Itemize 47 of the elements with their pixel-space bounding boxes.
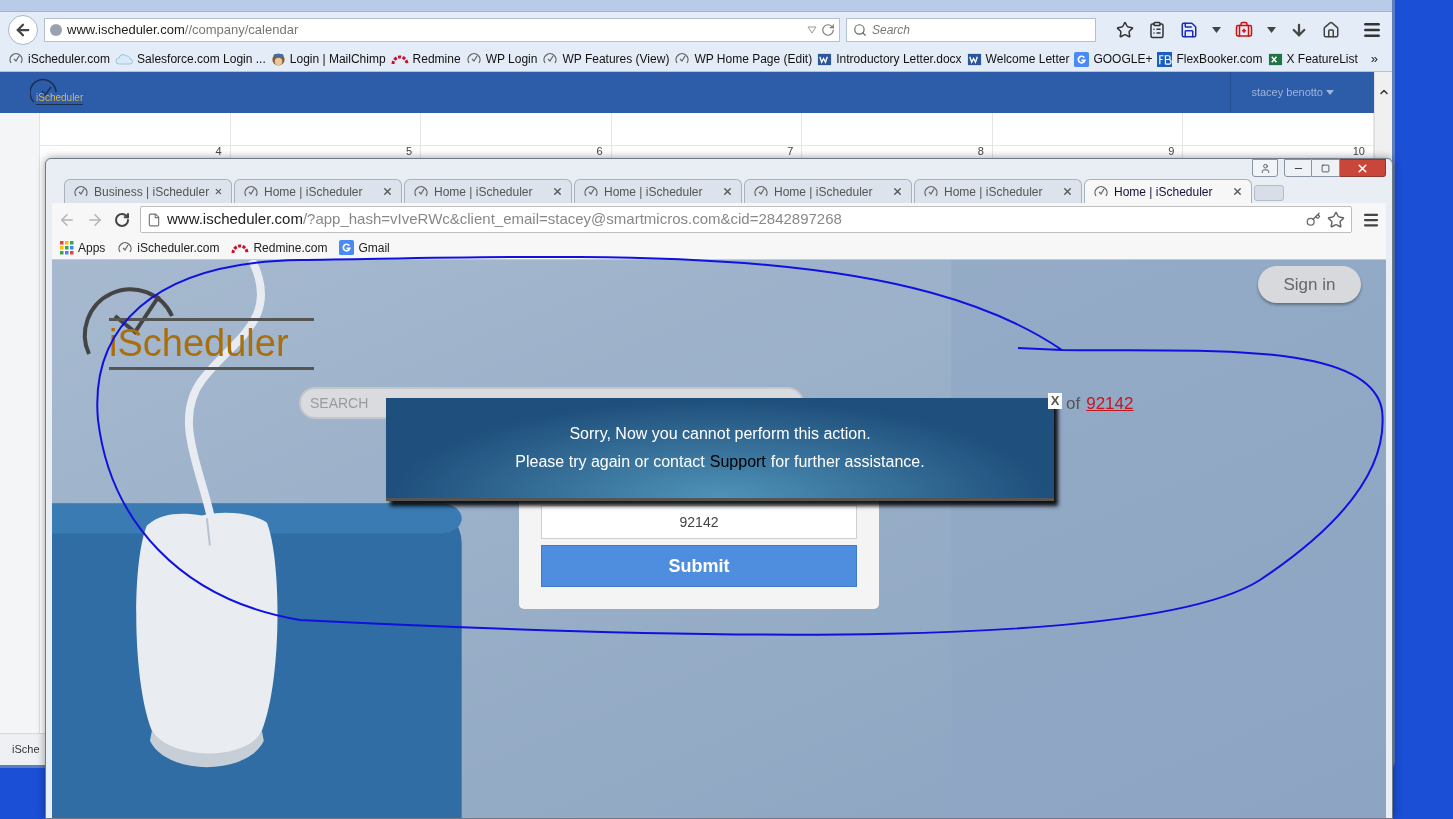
bookmark[interactable]: Apps: [60, 238, 106, 257]
bookmark[interactable]: iScheduler.com: [117, 238, 220, 257]
bookmark[interactable]: WP Login: [465, 50, 538, 68]
browser-tab[interactable]: Home | iScheduler: [404, 179, 572, 203]
search-placeholder: SEARCH: [310, 393, 369, 413]
bookmark[interactable]: Introductory Letter.docx: [817, 50, 962, 68]
browser-tab[interactable]: Business | iScheduler: [64, 179, 232, 203]
more-bookmarks-button[interactable]: »: [1370, 49, 1378, 69]
bookmark[interactable]: WP Home Page (Edit): [674, 50, 813, 68]
close-button[interactable]: X: [1048, 393, 1062, 409]
status-text: iSche: [12, 742, 40, 758]
zip-field[interactable]: 92142: [541, 505, 857, 539]
alert-message: Please try again or contact: [515, 452, 705, 472]
browser-tab[interactable]: Home | iScheduler: [744, 179, 912, 203]
url-text: www.ischeduler.com//company/calendar: [67, 20, 300, 39]
browser-tab[interactable]: Home | iScheduler: [234, 179, 402, 203]
bookmark[interactable]: WP Features (View): [542, 50, 670, 68]
day-number: 5: [406, 146, 413, 157]
url-text: www.ischeduler.com/?app_hash=vIveRWc&client_email=stacey@smartmicros.com&cid=2842897268: [167, 209, 843, 230]
bookmark[interactable]: X FeatureList: [1267, 50, 1358, 68]
day-number: 10: [1352, 146, 1365, 157]
search-field[interactable]: Search: [846, 17, 1096, 42]
bookmark[interactable]: Gmail: [339, 238, 390, 257]
bookmark[interactable]: Salesforce.com Login ...: [115, 50, 266, 68]
bookmark[interactable]: Redmine.com: [231, 238, 328, 257]
day-number: 8: [977, 146, 984, 157]
browser-tab[interactable]: Home | iScheduler: [574, 179, 742, 203]
radius-text: of: [1066, 393, 1081, 415]
search-placeholder: Search: [872, 21, 911, 39]
bookmark[interactable]: Login | MailChimp: [270, 50, 386, 68]
alert-message: for further assistance.: [770, 452, 925, 472]
bookmark[interactable]: Welcome Letter: [966, 50, 1070, 68]
sign-in-button[interactable]: Sign in: [1258, 266, 1361, 303]
bookmark[interactable]: GOOGLE+: [1074, 50, 1153, 68]
support-link[interactable]: Support: [709, 450, 766, 474]
bookmark[interactable]: FlexBooker.com: [1157, 50, 1263, 68]
browser-tab[interactable]: Home | iScheduler: [914, 179, 1082, 203]
day-number: 7: [787, 146, 794, 157]
bookmark[interactable]: iScheduler.com: [8, 50, 111, 68]
browser-tab[interactable]: Home | iScheduler: [1084, 179, 1252, 203]
day-number: 4: [215, 146, 222, 157]
bookmark[interactable]: Redmine: [390, 50, 461, 68]
day-number: 6: [596, 146, 603, 157]
day-number: 9: [1168, 146, 1175, 157]
address-field[interactable]: www.ischeduler.com/?app_hash=vIveRWc&client_email=stacey@smartmicros.com&cid=2842897268: [140, 206, 1352, 233]
alert-message: Sorry, Now you cannot perform this action.: [569, 424, 871, 444]
address-field[interactable]: www.ischeduler.com//company/calendar: [44, 17, 840, 42]
